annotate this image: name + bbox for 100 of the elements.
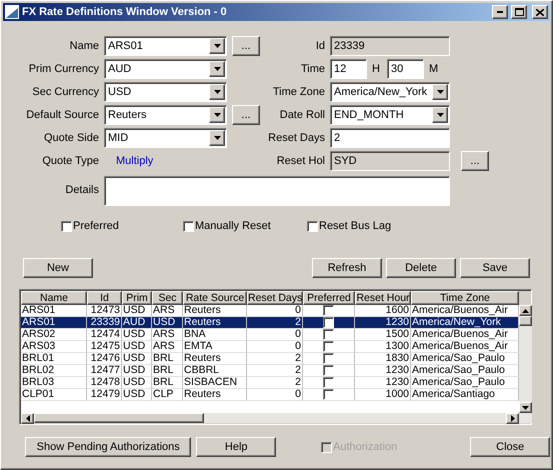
scroll-left-icon: [26, 415, 30, 422]
action-button[interactable]: Delete: [386, 258, 456, 278]
field-label: Time Zone: [272, 86, 325, 98]
new-button[interactable]: New: [23, 258, 93, 278]
unit-label: H: [372, 63, 380, 75]
column-header[interactable]: Name: [21, 291, 87, 305]
table-cell: 0: [247, 389, 303, 401]
dropdown-field[interactable]: Reuters: [104, 105, 227, 125]
table-cell: CLP01: [21, 389, 87, 401]
field-label: Sec Currency: [31, 86, 99, 98]
browse-button[interactable]: ...: [232, 36, 260, 56]
unit-label: M: [428, 63, 438, 75]
field-label: Name: [68, 40, 99, 52]
checkbox[interactable]: [183, 220, 194, 232]
field-label: Quote Type: [41, 155, 99, 167]
caret-icon: [214, 136, 220, 140]
column-header[interactable]: Id: [87, 291, 122, 305]
action-button[interactable]: Save: [460, 258, 530, 278]
readonly-field: 23339: [330, 36, 450, 56]
horizontal-scrollbar[interactable]: [21, 413, 519, 423]
caret-icon: [436, 90, 444, 94]
caret-icon: [214, 67, 220, 71]
browse-button[interactable]: ...: [461, 151, 489, 171]
field-label: Prim Currency: [28, 63, 99, 75]
vertical-scrollbar[interactable]: [519, 305, 532, 423]
table-row[interactable]: BRL02 12477 USD BRL CBBRL 2 1230 America/Sao_Paulo: [21, 365, 519, 377]
scroll-right-icon: [510, 415, 514, 422]
close-button[interactable]: [532, 5, 548, 19]
table-row[interactable]: ARS01 12473 USD ARS Reuters 0 1600 America/Buenos_Air: [21, 305, 519, 317]
checkbox[interactable]: [323, 353, 334, 364]
caret-icon: [214, 44, 220, 48]
table-cell: 1000: [355, 389, 411, 401]
checkbox-label: Reset Bus Lag: [319, 220, 392, 232]
table-cell: CLP: [152, 389, 183, 401]
dropdown-field[interactable]: America/New_York: [330, 82, 450, 102]
table-cell: 12479: [87, 389, 122, 401]
field-label: Reset Days: [267, 132, 325, 144]
field-label: Id: [314, 40, 325, 52]
field-label: Details: [64, 184, 99, 196]
app-icon: [5, 5, 19, 19]
pending-authorizations-button[interactable]: Show Pending Authorizations: [25, 437, 192, 457]
minimize-button[interactable]: [492, 5, 508, 19]
checkbox[interactable]: [323, 305, 334, 316]
field-label: Default Source: [25, 109, 99, 121]
maximize-icon: [514, 8, 524, 16]
checkbox[interactable]: [323, 317, 334, 328]
table-cell: USD: [122, 389, 152, 401]
scroll-down-icon: [522, 406, 529, 410]
dropdown-field[interactable]: END_MONTH: [330, 105, 450, 125]
action-button[interactable]: Refresh: [312, 258, 382, 278]
scroll-thumb[interactable]: [34, 413, 204, 423]
table-row[interactable]: ARS01 23339 AUD USD Reuters 2 1230 America/New_York: [21, 317, 519, 329]
dropdown-field[interactable]: USD: [104, 82, 227, 102]
field-label: Time: [300, 63, 325, 75]
minutes-field[interactable]: 30: [386, 59, 424, 79]
field-label: Reset Hol: [276, 155, 325, 167]
scroll-thumb[interactable]: [519, 316, 532, 326]
checkbox[interactable]: [323, 377, 334, 388]
caret-icon: [214, 90, 220, 94]
window-title: FX Rate Definitions Window Version - 0: [22, 6, 228, 18]
column-header[interactable]: Prim: [122, 291, 152, 305]
maximize-button[interactable]: [511, 5, 527, 19]
details-field[interactable]: [104, 176, 450, 206]
column-header[interactable]: Rate Source: [183, 291, 247, 305]
checkbox[interactable]: [307, 220, 318, 232]
dropdown-field[interactable]: ARS01: [104, 36, 227, 56]
checkbox[interactable]: [61, 220, 72, 232]
dropdown-field[interactable]: AUD: [104, 59, 227, 79]
help-button[interactable]: Help: [196, 437, 276, 457]
column-header[interactable]: Reset Hour: [355, 291, 411, 305]
table-cell: Reuters: [183, 389, 247, 401]
checkbox-label: Preferred: [73, 220, 119, 232]
field-label: Quote Side: [42, 132, 99, 144]
browse-button[interactable]: ...: [232, 105, 260, 125]
table-row[interactable]: ARS02 12474 USD ARS BNA 0 1500 America/Buenos_Air: [21, 329, 519, 341]
minimize-icon: [497, 11, 503, 13]
table-row[interactable]: CLP01 12479 USD CLP Reuters 0 1000 America/Santiago: [21, 389, 519, 401]
column-header[interactable]: Preferred: [303, 291, 355, 305]
quote-type-value: Multiply: [115, 155, 154, 167]
checkbox-label: Manually Reset: [195, 220, 271, 232]
close-icon: [536, 8, 544, 16]
readonly-field: SYD: [330, 151, 450, 171]
scroll-up-icon: [522, 308, 529, 312]
table-row[interactable]: BRL01 12476 USD BRL Reuters 2 1830 America/Sao_Paulo: [21, 353, 519, 365]
column-header[interactable]: Sec: [152, 291, 183, 305]
table-row[interactable]: ARS03 12475 USD ARS EMTA 0 1300 America/Buenos_Air: [21, 341, 519, 353]
column-header[interactable]: Time Zone: [411, 291, 519, 305]
caret-icon: [436, 113, 444, 117]
dropdown-field[interactable]: MID: [104, 128, 227, 148]
field-label: Date Roll: [278, 109, 325, 121]
caret-icon: [214, 113, 220, 117]
table-row[interactable]: BRL03 12478 USD BRL SISBACEN 2 1230 America/Sao_Paulo: [21, 377, 519, 389]
checkbox[interactable]: [323, 329, 334, 340]
close-button[interactable]: Close: [470, 437, 550, 457]
checkbox[interactable]: [323, 389, 334, 400]
input-field[interactable]: 2: [330, 128, 450, 148]
hours-field[interactable]: 12: [330, 59, 367, 79]
column-header[interactable]: Reset Days: [247, 291, 303, 305]
checkbox[interactable]: [323, 341, 334, 352]
checkbox[interactable]: [323, 365, 334, 376]
